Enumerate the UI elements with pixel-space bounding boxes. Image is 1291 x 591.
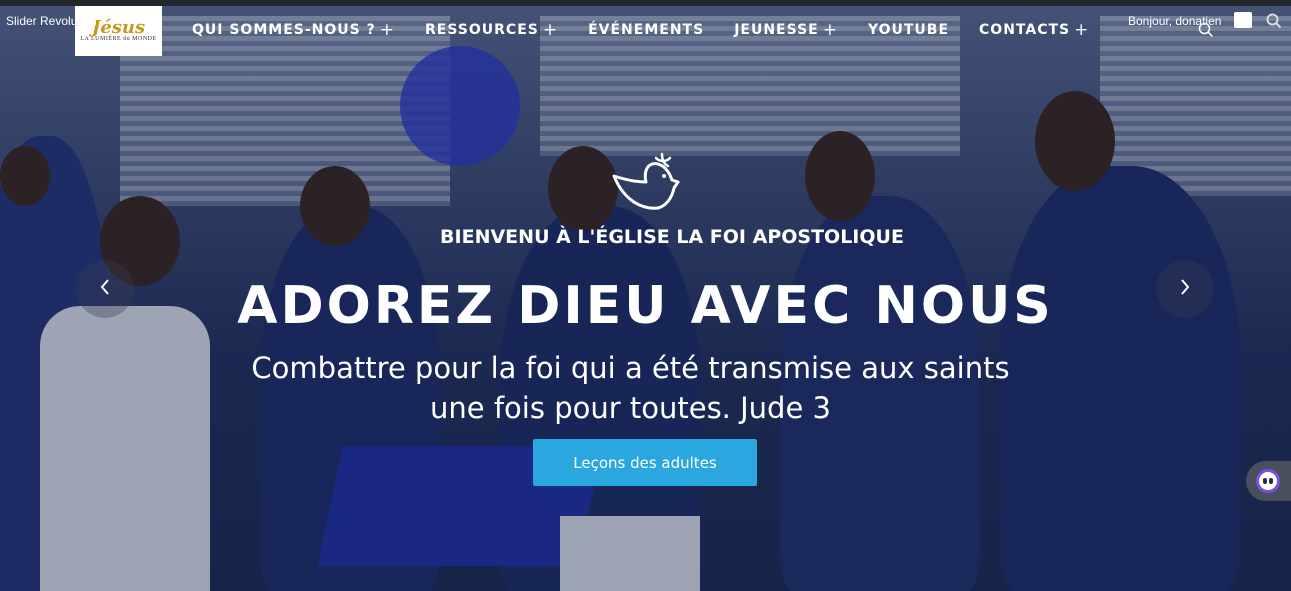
nav-item-youtube[interactable]: YOUTUBE: [868, 22, 949, 38]
slider-revolution-label: Slider Revolution: [6, 14, 97, 28]
chevron-left-icon: [99, 278, 111, 300]
submenu-plus-icon[interactable]: +: [823, 22, 838, 39]
hero-kicker: BIENVENU À L'ÉGLISE LA FOI APOSTOLIQUE: [440, 226, 904, 248]
logo-script-text: Jésus: [91, 17, 146, 38]
lecons-adultes-button[interactable]: Leçons des adultes: [533, 439, 757, 486]
search-icon[interactable]: [1266, 13, 1282, 33]
nav-item-evenements[interactable]: ÉVÉNEMENTS: [588, 22, 704, 38]
hero-subline-line: Combattre pour la foi qui a été transmis…: [251, 351, 1010, 385]
nav-item-label: YOUTUBE: [867, 22, 950, 38]
submenu-plus-icon[interactable]: +: [1074, 22, 1089, 39]
chatbot-icon: [1256, 469, 1280, 493]
nav-item-label: JEUNESSE: [734, 22, 819, 38]
dove-icon: [608, 152, 680, 224]
logo-subtitle: LA LUMIÈRE du MONDE: [80, 36, 157, 42]
nav-item-label: QUI SOMMES-NOUS ?: [192, 22, 376, 38]
nav-item-label: ÉVÉNEMENTS: [588, 22, 705, 38]
nav-item-jeunesse[interactable]: JEUNESSE +: [734, 22, 838, 39]
nav-item-ressources[interactable]: RESSOURCES +: [424, 22, 558, 39]
nav-item-qui-sommes-nous[interactable]: QUI SOMMES-NOUS ? +: [192, 22, 395, 39]
main-navigation: QUI SOMMES-NOUS ? + RESSOURCES + ÉVÉNEME…: [192, 22, 1119, 39]
hero-headline: ADOREZ DIEU AVEC NOUS: [237, 276, 1054, 336]
hero-subline-line: une fois pour toutes. Jude 3: [430, 391, 831, 425]
user-greeting[interactable]: Bonjour, donatien: [1128, 14, 1221, 28]
avatar[interactable]: [1234, 12, 1252, 28]
hero-subline: Combattre pour la foi qui a été transmis…: [0, 348, 1261, 428]
chatbot-launcher[interactable]: [1246, 461, 1291, 501]
submenu-plus-icon[interactable]: +: [543, 22, 558, 39]
admin-bar: [0, 0, 1291, 6]
submenu-plus-icon[interactable]: +: [380, 22, 395, 39]
chevron-right-icon: [1179, 278, 1191, 300]
nav-item-label: CONTACTS: [979, 22, 1071, 38]
nav-item-contacts[interactable]: CONTACTS +: [979, 22, 1089, 39]
nav-item-label: RESSOURCES: [424, 22, 539, 38]
slider-next-button[interactable]: [1156, 260, 1214, 318]
slider-prev-button[interactable]: [76, 260, 134, 318]
